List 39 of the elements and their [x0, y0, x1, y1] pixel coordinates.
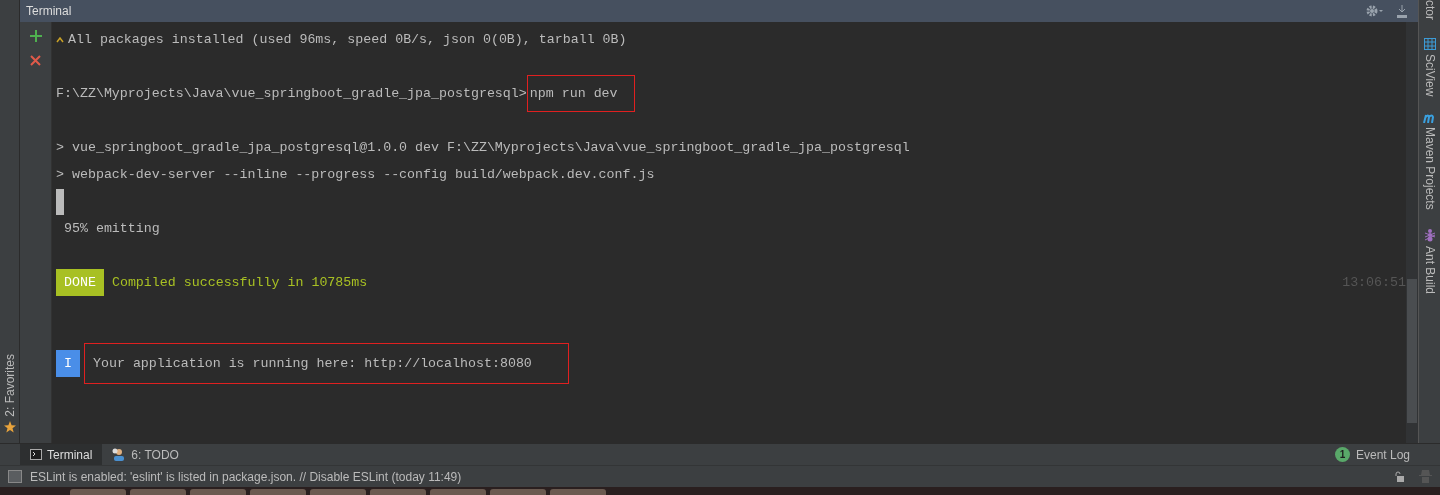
terminal-line: 95% emitting — [62, 219, 160, 238]
text-cursor — [56, 188, 64, 215]
caret-icon — [56, 36, 64, 43]
plus-icon — [29, 30, 42, 42]
star-icon — [3, 421, 16, 433]
terminal-line: All packages installed (used 96ms, speed 0B/s, json 0(0B), tarball 0B) — [68, 30, 627, 49]
window-title: Terminal — [26, 3, 72, 20]
bottom-tab[interactable]: Terminal — [20, 444, 103, 465]
command-text: npm run dev — [526, 74, 635, 113]
command-prompt: F:\ZZ\Myprojects\Java\vue_springboot_gradle_jpa_postgresql> — [56, 84, 527, 103]
incognito-icon[interactable] — [1419, 470, 1432, 483]
sidebar-tab[interactable]: SciView — [1420, 38, 1439, 97]
ant-icon — [1423, 228, 1436, 243]
close-icon — [30, 54, 41, 66]
sidebar-tab[interactable]: Ant Build — [1420, 228, 1439, 295]
lock-icon[interactable] — [1394, 471, 1405, 482]
status-badge: I — [56, 350, 80, 377]
scrollbar-thumb[interactable] — [1407, 279, 1417, 423]
terminal-icon — [30, 449, 42, 460]
hide-icon[interactable] — [1396, 4, 1408, 18]
terminal-line: > webpack-dev-server --inline --progress --config build/webpack.dev.conf.js — [56, 165, 655, 184]
terminal-message: Compiled successfully in 10785ms — [111, 273, 368, 292]
event-log-button[interactable]: 1 Event Log — [1334, 445, 1410, 464]
favorites-tab[interactable]: 2: Favorites — [0, 354, 19, 433]
bottom-tab[interactable]: 6: TODO — [102, 444, 189, 465]
maven-icon — [1423, 114, 1436, 124]
grid-icon — [1423, 38, 1436, 50]
person-icon — [112, 448, 127, 461]
sidebar-tab[interactable]: Maven Projects — [1420, 114, 1439, 211]
sidebar-tab[interactable]: ctor — [1420, 0, 1439, 20]
close-button[interactable] — [27, 52, 44, 68]
panel-toggle-icon[interactable] — [8, 470, 22, 483]
count-badge: 1 — [1334, 447, 1350, 462]
terminal-line: > vue_springboot_gradle_jpa_postgresql@1.0.0 dev F:\ZZ\Myprojects\Java\vue_springboot_gradle_jpa_postgresql — [56, 138, 910, 157]
settings-icon[interactable] — [1366, 5, 1384, 17]
status-message: ESLint is enabled: 'eslint' is listed in package.json. // Disable ESLint (today 11:49) — [30, 468, 462, 486]
add-button[interactable] — [27, 28, 44, 44]
status-badge: DONE — [56, 269, 104, 296]
terminal-message: Your application is running here: http://localhost:8080 — [84, 342, 569, 385]
